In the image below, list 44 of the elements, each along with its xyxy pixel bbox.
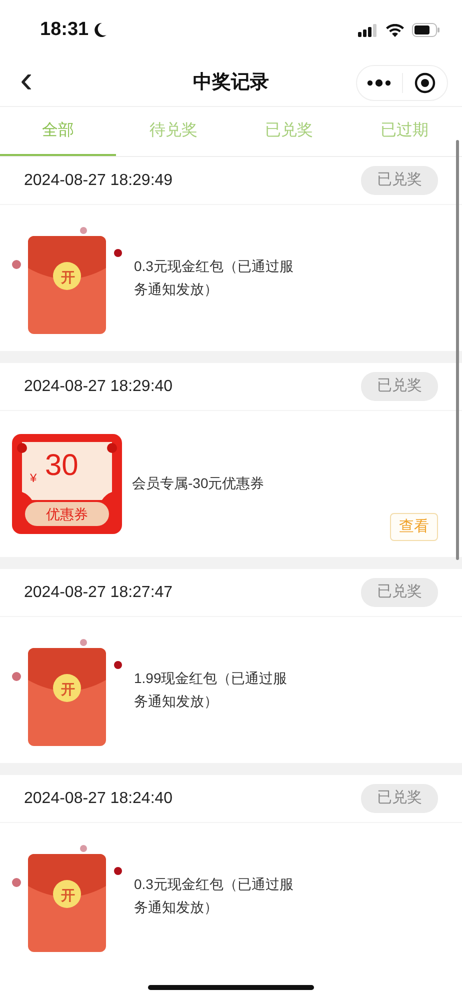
record-time: 2024-08-27 18:29:40 xyxy=(24,376,173,396)
wifi-icon xyxy=(386,24,404,36)
seal-text: 开 xyxy=(60,268,76,287)
record-time: 2024-08-27 18:27:47 xyxy=(24,582,173,602)
sparkle-dot xyxy=(80,639,87,646)
status-badge: 已兑奖 xyxy=(361,578,438,607)
sparkle-dot xyxy=(80,227,87,234)
tab[interactable]: 待兑奖 xyxy=(116,107,232,156)
tab[interactable]: 已过期 xyxy=(346,107,462,156)
status-badge: 已兑奖 xyxy=(361,166,438,195)
seal-text: 开 xyxy=(60,680,76,699)
signal-icon xyxy=(358,24,378,36)
view-button[interactable]: 查看 xyxy=(390,512,438,541)
coupon-label: 优惠券 xyxy=(25,502,109,526)
prize-description: 0.3元现金红包（已通过服务通知发放） xyxy=(134,874,294,917)
sparkle-dot xyxy=(114,249,122,257)
moon-icon xyxy=(92,22,107,38)
battery-icon xyxy=(412,23,440,37)
sparkle-dot xyxy=(114,867,122,875)
status-badge: 已兑奖 xyxy=(361,372,438,401)
page-title: 中奖记录 xyxy=(192,70,270,95)
prize-description: 1.99现金红包（已通过服务通知发放） xyxy=(134,668,288,711)
envelope-icon xyxy=(28,854,106,952)
target-icon[interactable] xyxy=(414,72,436,94)
envelope-icon xyxy=(28,236,106,334)
sparkle-dot xyxy=(12,878,21,887)
more-icon[interactable] xyxy=(366,79,392,87)
sparkle-dot xyxy=(12,672,21,681)
tab[interactable]: 全部 xyxy=(0,107,116,156)
sparkle-dot xyxy=(114,661,122,669)
currency-symbol: ¥ xyxy=(30,470,37,487)
seal-text: 开 xyxy=(60,886,76,905)
tab[interactable]: 已兑奖 xyxy=(231,107,347,156)
record-time: 2024-08-27 18:29:49 xyxy=(24,170,173,190)
status-time: 18:31 xyxy=(40,18,89,42)
prize-description: 会员专属-30元优惠券 xyxy=(132,474,264,494)
back-button[interactable]: ‹ xyxy=(12,61,41,99)
status-badge: 已兑奖 xyxy=(361,784,438,813)
coupon-amount: 30 xyxy=(45,448,78,484)
sparkle-dot xyxy=(12,260,21,269)
record-time: 2024-08-27 18:24:40 xyxy=(24,788,173,808)
sparkle-dot xyxy=(80,845,87,852)
prize-description: 0.3元现金红包（已通过服务通知发放） xyxy=(134,256,294,299)
envelope-icon xyxy=(28,648,106,746)
